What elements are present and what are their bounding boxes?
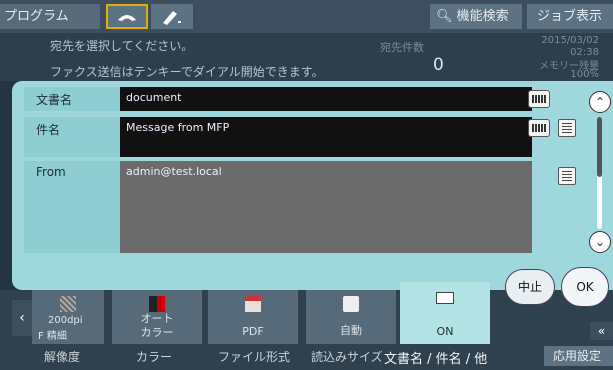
feature-search-label: 機能検索: [456, 9, 509, 24]
document-name-dialog: 文書名 document 件名 Message from MFP From ad…: [12, 81, 613, 290]
phone-tab[interactable]: [106, 4, 148, 29]
document-name-caption: 文書名 / 件名 / 他: [384, 352, 488, 367]
date: 2015/03/02: [541, 35, 599, 46]
right-arrow-icon[interactable]: «: [590, 322, 613, 340]
file-format-value: PDF: [242, 325, 264, 338]
from-label: From: [24, 161, 120, 253]
from-row: From admin@test.local: [24, 161, 532, 253]
from-field[interactable]: admin@test.local: [120, 161, 532, 253]
left-arrow-icon[interactable]: ‹: [12, 300, 32, 336]
color-tile[interactable]: オート カラー: [112, 290, 202, 344]
scroll-up-icon[interactable]: ⌃: [589, 91, 611, 113]
file-format-caption: ファイル形式: [218, 350, 291, 364]
page-icon: [343, 296, 359, 312]
file-format-tile[interactable]: PDF: [208, 290, 298, 344]
top-bar: プログラム 🔍︎ 機能検索 ジョブ表示: [0, 0, 613, 33]
color-caption: カラー: [136, 350, 173, 364]
mail-icon: [436, 292, 454, 304]
scroll-down-icon[interactable]: ⌄: [589, 231, 611, 253]
document-icon[interactable]: [558, 167, 576, 185]
destination-count: 0: [433, 55, 444, 75]
status-message-line1: 宛先を選択してください。: [50, 39, 194, 53]
feature-search-tab[interactable]: 🔍︎ 機能検索: [430, 4, 522, 29]
resolution-value: 200dpi: [48, 315, 83, 326]
subject-row: 件名 Message from MFP: [24, 117, 532, 157]
docname-row: 文書名 document: [24, 87, 532, 111]
resolution-quality: F 精細: [38, 331, 67, 342]
cancel-button[interactable]: 中止: [505, 269, 555, 305]
resolution-caption: 解像度: [44, 350, 81, 364]
color-value-line2: カラー: [140, 326, 174, 339]
scan-size-value: 自動: [340, 324, 362, 337]
pdf-icon: [245, 296, 261, 312]
memory-value: 100%: [570, 69, 599, 80]
ok-button[interactable]: OK: [561, 267, 609, 307]
document-icon[interactable]: [558, 119, 576, 137]
status-message-line2: ファクス送信はテンキーでダイアル開始できます。: [50, 65, 324, 79]
job-display-tab[interactable]: ジョブ表示: [527, 4, 613, 29]
resolution-tile[interactable]: 200dpi F 精細: [32, 290, 104, 344]
pen-tab[interactable]: [151, 4, 193, 29]
keyboard-icon[interactable]: [528, 90, 550, 108]
program-tab[interactable]: プログラム: [0, 4, 100, 29]
document-name-tile[interactable]: ON: [400, 282, 490, 344]
docname-label: 文書名: [24, 87, 120, 111]
pen-icon: [163, 11, 181, 25]
scan-size-tile[interactable]: 自動: [306, 290, 396, 344]
application-settings-button[interactable]: 応用設定: [544, 346, 613, 366]
resolution-icon: [60, 296, 76, 312]
document-name-value: ON: [436, 325, 454, 338]
docname-field[interactable]: document: [120, 87, 532, 111]
scrollbar-thumb[interactable]: [597, 117, 602, 177]
screen: プログラム 🔍︎ 機能検索 ジョブ表示 宛先を選択してください。 ファクス送信は…: [0, 0, 613, 370]
status-area: 宛先を選択してください。 ファクス送信はテンキーでダイアル開始できます。 宛先件…: [0, 33, 613, 81]
search-icon: 🔍︎: [436, 9, 453, 24]
scan-size-caption: 読込みサイズ: [311, 350, 383, 364]
keyboard-icon[interactable]: [528, 119, 550, 137]
destination-count-label: 宛先件数: [380, 41, 424, 54]
subject-field[interactable]: Message from MFP: [120, 117, 532, 157]
subject-label: 件名: [24, 117, 120, 157]
phone-icon: [118, 15, 136, 21]
